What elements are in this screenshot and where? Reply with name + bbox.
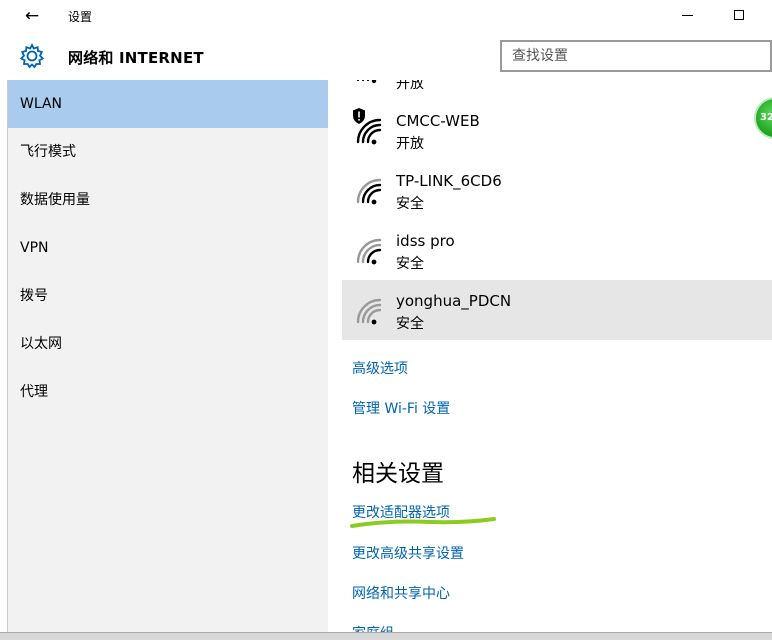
search-input[interactable]: 查找设置 (500, 40, 772, 72)
sidebar-item-proxy[interactable]: 代理 (0, 368, 328, 416)
wifi-status: 安全 (396, 196, 424, 212)
advanced-options-link[interactable]: 高级选项 (352, 358, 408, 378)
wifi-network-cmcc-web[interactable]: CMCC-WEB 开放 (342, 100, 772, 160)
advanced-sharing-settings-link[interactable]: 更改高级共享设置 (352, 543, 464, 563)
highlight-underline (350, 517, 496, 528)
wifi-status: 开放 (396, 80, 424, 92)
page-title: 网络和 INTERNET (68, 49, 204, 67)
sidebar-item-dialup[interactable]: 拨号 (0, 272, 328, 320)
wifi-network-partial[interactable]: 开放 (342, 80, 772, 100)
sidebar-item-data-usage[interactable]: 数据使用量 (0, 176, 328, 224)
wifi-name: yonghua_PDCN (396, 292, 512, 310)
sidebar: WLAN 飞行模式 数据使用量 VPN 拨号 以太网 代理 (0, 80, 328, 632)
wifi-name: idss pro (396, 232, 455, 250)
wifi-name: TP-LINK_6CD6 (396, 172, 502, 190)
sidebar-item-wlan[interactable]: WLAN (0, 80, 328, 128)
maximize-icon[interactable] (734, 10, 744, 20)
wifi-network-idss-pro[interactable]: idss pro 安全 (342, 220, 772, 280)
wifi-secured-icon (356, 80, 377, 84)
title-bar: ← 设置 (0, 0, 772, 32)
wifi-status: 安全 (396, 256, 424, 272)
wifi-status: 开放 (396, 136, 424, 152)
sidebar-item-ethernet[interactable]: 以太网 (0, 320, 328, 368)
minimize-icon[interactable] (682, 15, 693, 16)
app-title: 设置 (68, 10, 93, 24)
window-edge (0, 80, 8, 632)
sidebar-item-vpn[interactable]: VPN (0, 224, 328, 272)
sidebar-item-airplane-mode[interactable]: 飞行模式 (0, 128, 328, 176)
wifi-network-yonghua[interactable]: yonghua_PDCN 安全 (342, 280, 772, 340)
window-bottom-edge (0, 632, 772, 640)
manage-wifi-settings-link[interactable]: 管理 Wi-Fi 设置 (352, 398, 450, 418)
gear-icon (19, 43, 45, 69)
wifi-secured-icon (356, 298, 382, 325)
network-sharing-center-link[interactable]: 网络和共享中心 (352, 583, 450, 603)
wifi-status: 安全 (396, 316, 424, 332)
wifi-secured-icon (356, 178, 382, 205)
related-settings-heading: 相关设置 (352, 461, 444, 487)
page-header: 网络和 INTERNET 查找设置 (0, 32, 772, 80)
wifi-name: CMCC-WEB (396, 112, 480, 130)
back-arrow-icon[interactable]: ← (18, 4, 46, 28)
wifi-content-pane: 开放 CMCC-WEB 开放 TP-LINK_6CD6 安全 idss pro … (328, 80, 772, 640)
wifi-secured-icon (356, 238, 382, 265)
wifi-network-tp-link[interactable]: TP-LINK_6CD6 安全 (342, 160, 772, 220)
shield-warning-icon (353, 108, 365, 124)
